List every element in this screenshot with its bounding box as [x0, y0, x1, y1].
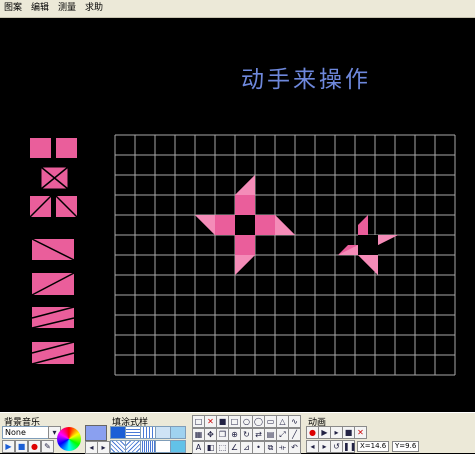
line-icon[interactable]: ╱	[288, 428, 301, 441]
color-wheel-icon[interactable]	[57, 427, 81, 451]
fill-style-solid[interactable]	[110, 426, 126, 439]
canvas-graphics	[29, 134, 456, 376]
wave-icon[interactable]: ∿	[288, 415, 301, 428]
palette-rect-4[interactable]	[31, 341, 75, 365]
record-icon[interactable]: ●	[28, 440, 41, 453]
anim-pause-icon[interactable]: ❚❚	[342, 440, 356, 453]
palette-two-squares[interactable]	[30, 138, 77, 158]
fill-style-blue[interactable]	[170, 440, 186, 453]
shape-palette[interactable]	[29, 138, 78, 365]
small-pinwheel[interactable]	[338, 215, 398, 275]
y-readout: Y=9.6	[392, 441, 420, 452]
fill-style-blank[interactable]	[155, 440, 171, 453]
current-color-swatch[interactable]	[85, 425, 107, 441]
fill-style-horizontal[interactable]	[125, 426, 141, 439]
palette-x-square[interactable]	[40, 166, 69, 190]
music-value: None	[5, 428, 26, 437]
palette-rect-1[interactable]	[31, 238, 75, 261]
grid[interactable]	[114, 134, 456, 376]
stop-icon[interactable]: ■	[15, 440, 28, 453]
fill-style-diag-2[interactable]	[125, 440, 141, 453]
pen-icon[interactable]: ✎	[41, 440, 54, 453]
play-icon[interactable]: ▶	[2, 440, 15, 453]
arrow-right-icon[interactable]: ▸	[97, 441, 110, 454]
fill-style-vertical[interactable]	[140, 426, 156, 439]
large-pinwheel[interactable]	[195, 175, 295, 275]
palette-rect-2[interactable]	[31, 272, 75, 296]
music-select[interactable]: None	[2, 426, 50, 439]
palette-diag-squares[interactable]	[29, 195, 78, 218]
fill-style-dense[interactable]	[140, 440, 156, 453]
fill-style-light[interactable]	[155, 426, 171, 439]
bottom-toolbar: 背景音乐 None ▾ ▶ ■ ● ✎ ◂ ▸ 填涂式样 □ ✕ ■ □ ○ ◯…	[0, 412, 475, 454]
palette-rect-3[interactable]	[31, 306, 75, 329]
x-readout: X=14.6	[357, 441, 390, 452]
fill-style-cyan[interactable]	[170, 426, 186, 439]
anim-clear-icon[interactable]: ✕	[354, 426, 367, 439]
undo-icon[interactable]: ↶	[288, 441, 301, 454]
fill-style-diag-1[interactable]	[110, 440, 126, 453]
fill-style-grid[interactable]	[110, 426, 186, 453]
